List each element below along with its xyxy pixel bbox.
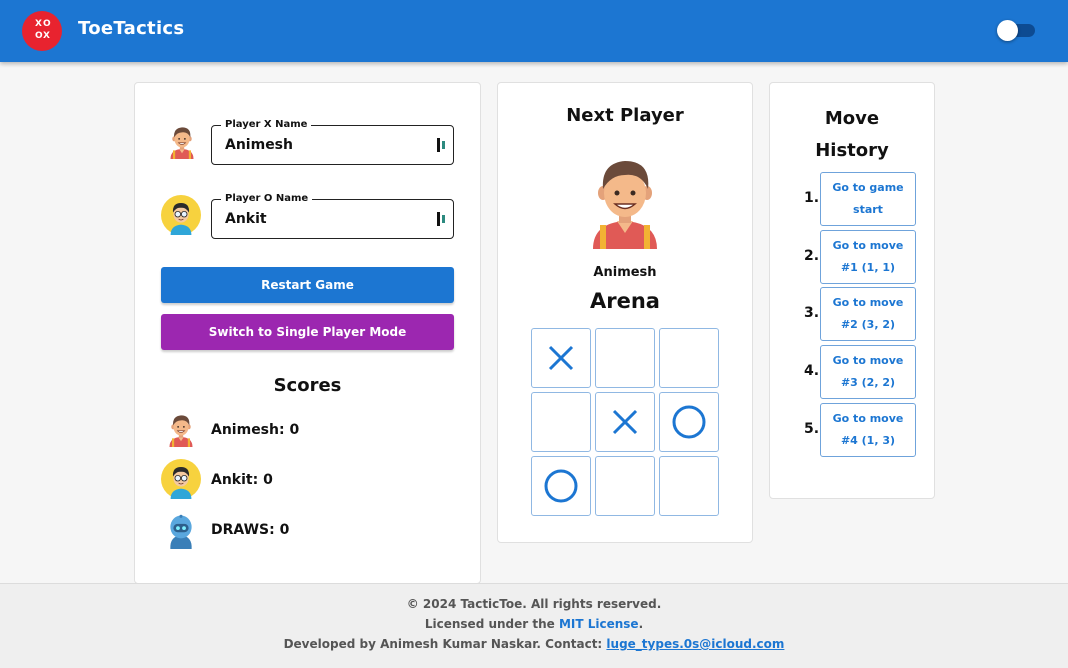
mit-license-link[interactable]: MIT License bbox=[559, 617, 639, 631]
theme-toggle-knob[interactable] bbox=[997, 20, 1018, 41]
board-cell[interactable] bbox=[595, 392, 655, 452]
board-cell[interactable] bbox=[595, 456, 655, 516]
animesh-avatar bbox=[163, 409, 199, 449]
score-ankit: Ankit: 0 bbox=[211, 472, 273, 488]
player-x-label: Player X Name bbox=[221, 118, 312, 132]
copyright-text: © 2024 TacticToe. All rights reserved. bbox=[406, 597, 662, 611]
board-cell[interactable] bbox=[595, 328, 655, 388]
x-mark-icon bbox=[548, 345, 574, 371]
logo-glyph: X bbox=[35, 19, 42, 29]
scores-heading: Scores bbox=[273, 375, 342, 396]
license-suffix: . bbox=[638, 617, 644, 631]
edit-icon[interactable] bbox=[437, 138, 448, 152]
history-button[interactable]: Go to move #2 (3, 2) bbox=[820, 287, 916, 341]
history-button[interactable]: Go to game start bbox=[820, 172, 916, 226]
board-cell[interactable] bbox=[531, 456, 591, 516]
developer-prefix: Developed by Animesh Kumar Naskar. Conta… bbox=[283, 637, 607, 651]
next-player-heading: Next Player bbox=[566, 105, 684, 126]
history-index: 2. bbox=[804, 248, 820, 264]
license-line: Licensed under the MIT License. bbox=[0, 617, 1068, 631]
board-cell[interactable] bbox=[531, 392, 591, 452]
board-cell[interactable] bbox=[531, 328, 591, 388]
app-bar: X O O X ToeTactics bbox=[0, 0, 1068, 62]
o-mark-icon bbox=[544, 469, 578, 503]
history-index: 5. bbox=[804, 421, 820, 437]
o-mark-icon bbox=[672, 405, 706, 439]
player-o-label: Player O Name bbox=[221, 192, 313, 206]
player-o-input[interactable]: Ankit bbox=[225, 211, 267, 227]
board-cell[interactable] bbox=[659, 328, 719, 388]
game-panel: Next Player Animesh Arena bbox=[497, 82, 753, 543]
logo-glyph: O bbox=[35, 31, 43, 41]
switch-mode-button[interactable]: Switch to Single Player Mode bbox=[161, 314, 454, 350]
player-o-avatar bbox=[161, 195, 201, 235]
logo-glyph: X bbox=[43, 31, 50, 41]
player-x-input[interactable]: Animesh bbox=[225, 137, 293, 153]
next-player-avatar bbox=[575, 139, 675, 259]
history-button[interactable]: Go to move #1 (1, 1) bbox=[820, 230, 916, 284]
logo-icon[interactable]: X O O X bbox=[22, 11, 62, 51]
license-prefix: Licensed under the bbox=[424, 617, 559, 631]
history-button[interactable]: Go to move #4 (1, 3) bbox=[820, 403, 916, 457]
move-history-title: Move History bbox=[815, 108, 889, 161]
contact-email-link[interactable]: luge_types.0s@icloud.com bbox=[606, 637, 784, 651]
restart-game-button[interactable]: Restart Game bbox=[161, 267, 454, 303]
board-cell[interactable] bbox=[659, 456, 719, 516]
board-cell[interactable] bbox=[659, 392, 719, 452]
developer-line: Developed by Animesh Kumar Naskar. Conta… bbox=[0, 637, 1068, 651]
history-index: 3. bbox=[804, 305, 820, 321]
history-index: 1. bbox=[804, 190, 820, 206]
robot-avatar bbox=[162, 509, 200, 551]
brand-title: ToeTactics bbox=[78, 18, 185, 39]
logo-glyph: O bbox=[43, 19, 51, 29]
score-draws: DRAWS: 0 bbox=[211, 522, 290, 538]
players-panel: Player X Name Animesh Player O Name Anki… bbox=[134, 82, 481, 584]
footer: © 2024 TacticToe. All rights reserved. L… bbox=[0, 583, 1068, 668]
player-o-name-field[interactable]: Player O Name Ankit bbox=[211, 192, 454, 239]
player-x-avatar bbox=[164, 121, 200, 161]
next-player-name: Animesh bbox=[593, 265, 657, 280]
history-button[interactable]: Go to move #3 (2, 2) bbox=[820, 345, 916, 399]
move-history-panel: Move History 1. Go to game start 2. Go t… bbox=[769, 82, 935, 499]
player-x-name-field[interactable]: Player X Name Animesh bbox=[211, 118, 454, 165]
x-mark-icon bbox=[612, 409, 638, 435]
history-index: 4. bbox=[804, 363, 820, 379]
move-history-heading: Move History bbox=[770, 103, 934, 167]
ankit-avatar bbox=[161, 459, 201, 499]
score-animesh: Animesh: 0 bbox=[211, 422, 300, 438]
edit-icon[interactable] bbox=[437, 212, 448, 226]
arena-heading: Arena bbox=[590, 289, 660, 313]
